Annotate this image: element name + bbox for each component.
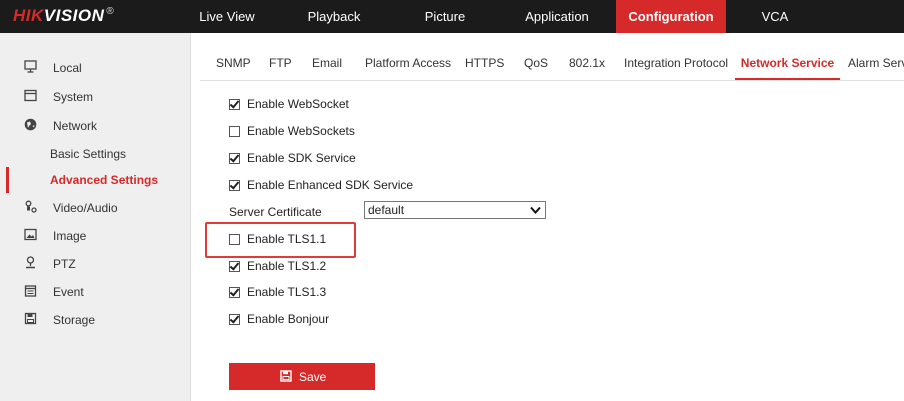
tab-bar: SNMP FTP Email Platform Access HTTPS QoS…	[200, 44, 904, 81]
logo-white-text: VISION	[43, 6, 105, 25]
websocket-label: Enable WebSocket	[247, 97, 349, 111]
image-icon	[24, 228, 37, 241]
sidebar-label-system: System	[53, 90, 94, 104]
sdk-service-label: Enable SDK Service	[247, 151, 356, 165]
brand-logo: HIKVISION ®	[13, 6, 114, 26]
tls13-checkbox[interactable]	[229, 287, 240, 298]
sidebar-label-basic-settings: Basic Settings	[50, 147, 127, 161]
sidebar: Local System Network Basic Settings Adva…	[0, 33, 191, 401]
sidebar-item-image[interactable]: Image	[0, 223, 190, 249]
sidebar-label-ptz: PTZ	[53, 257, 76, 271]
sidebar-label-storage: Storage	[53, 313, 96, 327]
sidebar-item-system[interactable]: System	[0, 84, 190, 110]
sidebar-label-image: Image	[53, 229, 87, 243]
globe-icon	[24, 118, 37, 131]
monitor-icon	[24, 60, 37, 73]
sidebar-item-storage[interactable]: Storage	[0, 307, 190, 333]
sidebar-item-video-audio[interactable]: Video/Audio	[0, 195, 190, 221]
tls11-checkbox[interactable]	[229, 234, 240, 245]
bonjour-checkbox[interactable]	[229, 314, 240, 325]
websocket-checkbox[interactable]	[229, 99, 240, 110]
server-certificate-select[interactable]: default	[364, 201, 546, 219]
save-button-label: Save	[299, 370, 327, 384]
sidebar-label-local: Local	[53, 61, 82, 75]
sidebar-label-event: Event	[53, 285, 84, 299]
tls11-label: Enable TLS1.1	[247, 232, 327, 246]
enhanced-sdk-label: Enable Enhanced SDK Service	[247, 178, 414, 192]
sidebar-item-advanced-settings[interactable]: Advanced Settings	[0, 167, 190, 193]
server-certificate-value: default	[368, 203, 405, 217]
top-bar: HIKVISION ® Live View Playback Picture Ap…	[0, 0, 904, 33]
sidebar-item-event[interactable]: Event	[0, 279, 190, 305]
floppy-icon	[280, 370, 292, 382]
nav-vca[interactable]: VCA	[740, 0, 810, 33]
sidebar-item-ptz[interactable]: PTZ	[0, 251, 190, 277]
camera-audio-icon	[25, 200, 37, 213]
sidebar-label-video-audio: Video/Audio	[53, 201, 118, 215]
tab-alarm-server[interactable]: Alarm Serve	[848, 44, 904, 79]
tab-https[interactable]: HTTPS	[465, 44, 504, 79]
save-button[interactable]: Save	[229, 363, 375, 390]
enhanced-sdk-checkbox[interactable]	[229, 180, 240, 191]
sidebar-item-basic-settings[interactable]: Basic Settings	[0, 141, 190, 167]
websockets-label: Enable WebSockets	[247, 124, 355, 138]
nav-configuration[interactable]: Configuration	[616, 0, 726, 33]
chevron-down-icon	[530, 206, 541, 214]
tab-email[interactable]: Email	[312, 44, 342, 79]
tab-snmp[interactable]: SNMP	[216, 44, 251, 79]
nav-live-view[interactable]: Live View	[194, 0, 260, 33]
tab-network-service[interactable]: Network Service	[735, 44, 840, 80]
tab-platform-access[interactable]: Platform Access	[365, 44, 451, 79]
sidebar-label-advanced-settings: Advanced Settings	[50, 173, 159, 187]
tls12-checkbox[interactable]	[229, 261, 240, 272]
sdk-service-checkbox[interactable]	[229, 153, 240, 164]
tab-qos[interactable]: QoS	[524, 44, 548, 79]
sidebar-label-network: Network	[53, 119, 98, 133]
window-icon	[24, 89, 37, 102]
tab-integration-protocol[interactable]: Integration Protocol	[624, 44, 728, 79]
sidebar-item-local[interactable]: Local	[0, 55, 190, 81]
tls13-label: Enable TLS1.3	[247, 285, 327, 299]
websockets-checkbox[interactable]	[229, 126, 240, 137]
sidebar-item-network[interactable]: Network	[0, 113, 190, 139]
nav-picture[interactable]: Picture	[410, 0, 480, 33]
floppy-icon	[24, 312, 37, 325]
nav-playback[interactable]: Playback	[299, 0, 369, 33]
tab-8021x[interactable]: 802.1x	[569, 44, 605, 79]
tab-ftp[interactable]: FTP	[269, 44, 292, 79]
nav-application[interactable]: Application	[512, 0, 602, 33]
logo-registered-mark: ®	[106, 6, 115, 17]
tls12-label: Enable TLS1.2	[247, 259, 327, 273]
bonjour-label: Enable Bonjour	[247, 312, 330, 326]
ptz-icon	[26, 256, 35, 269]
logo-red-text: HIK	[13, 6, 44, 25]
calendar-icon	[24, 285, 37, 297]
server-certificate-label: Server Certificate	[229, 205, 322, 219]
